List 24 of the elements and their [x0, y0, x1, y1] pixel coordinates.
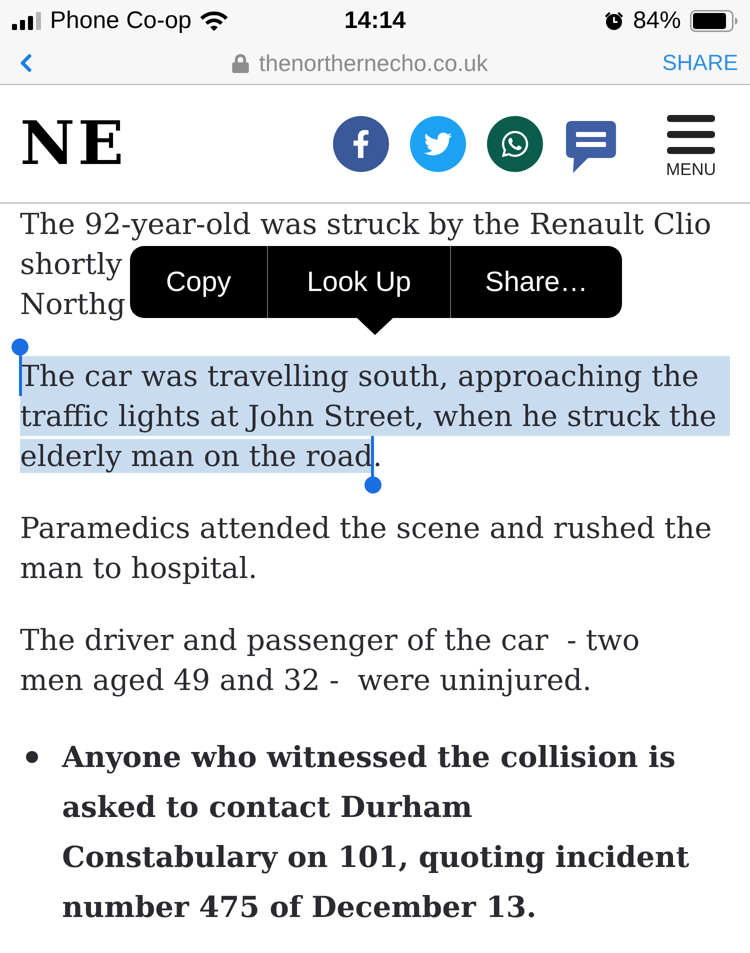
bullet-dot-icon [26, 751, 38, 763]
menu-button[interactable]: MENU [666, 115, 716, 178]
lock-icon [232, 54, 250, 72]
clock-time: 14:14 [344, 9, 406, 33]
site-logo[interactable]: NE [20, 114, 127, 174]
phone-bubble-icon [500, 128, 530, 158]
comment-icon [566, 120, 616, 172]
context-menu-item[interactable]: Share… [450, 246, 622, 318]
alarm-clock-icon [604, 11, 624, 31]
article-paragraph: The car was travelling south, approaching the traffic lights at John Street, when he struck the elderly man on the road. [20, 356, 730, 476]
battery-icon [690, 10, 738, 32]
paragraph-fragment: The 92-year-old was struck by the Renault Clio [20, 206, 712, 243]
paragraph-fragment: shortly [20, 246, 122, 283]
carrier-name: Phone Co-op [50, 9, 192, 33]
signal-bars-icon [12, 12, 42, 30]
article-paragraph: The driver and passenger of the car - two men aged 49 and 32 - were uninjured. [20, 622, 641, 699]
menu-icon [666, 115, 715, 155]
paragraph-fragment: Northg [20, 286, 126, 323]
bullet-text: Anyone who witnessed the collision is asked to contact Durham Constabulary on 101, quoting incident number 475 of December 13. [62, 739, 690, 926]
context-menu-item[interactable]: Copy [130, 246, 267, 318]
bird-icon [424, 130, 452, 158]
battery-percentage: 84% [632, 9, 681, 33]
comments-button[interactable] [566, 120, 616, 172]
article-paragraph: Paramedics attended the scene and rushed the man to hospital. [20, 510, 713, 587]
